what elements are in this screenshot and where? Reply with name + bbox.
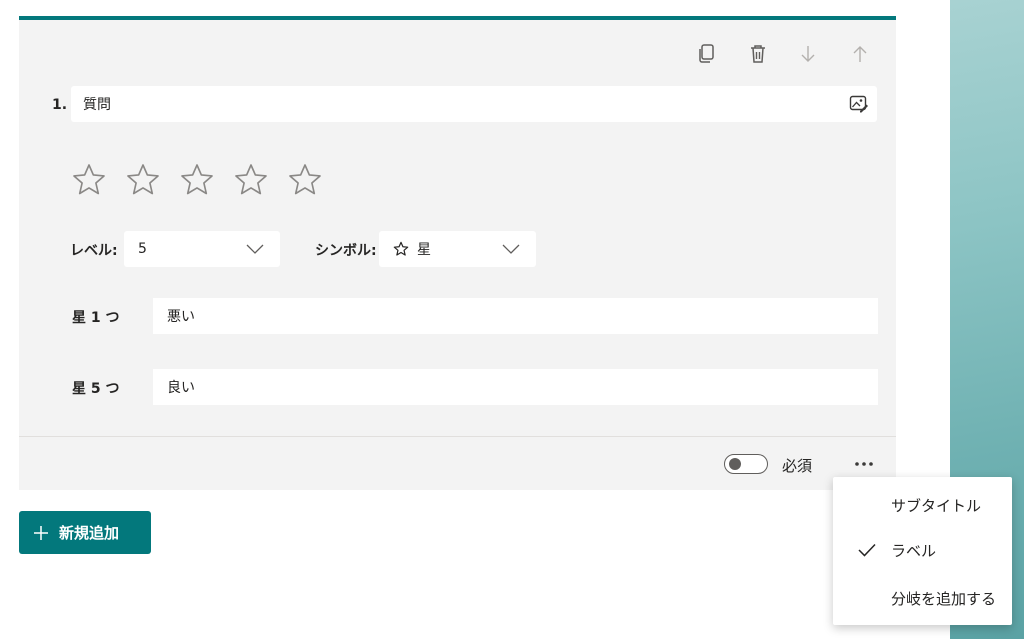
move-up-icon[interactable]	[848, 42, 872, 66]
delete-icon[interactable]	[746, 42, 770, 66]
star-icon[interactable]	[179, 162, 215, 198]
move-down-icon[interactable]	[796, 42, 820, 66]
question-title-input[interactable]: 質問	[71, 86, 877, 122]
toggle-knob	[729, 458, 741, 470]
add-new-button[interactable]: 新規追加	[19, 511, 151, 554]
required-label: 必須	[782, 457, 813, 475]
chevron-down-icon	[246, 244, 264, 254]
menu-item-label: ラベル	[891, 541, 937, 560]
menu-item-label: 分岐を追加する	[891, 589, 997, 608]
copy-icon[interactable]	[695, 42, 719, 66]
question-number: 1.	[52, 97, 68, 113]
menu-item-subtitle[interactable]: サブタイトル	[833, 483, 1012, 527]
low-label-value: 悪い	[167, 309, 195, 325]
menu-item-label: サブタイトル	[891, 496, 982, 515]
question-title-placeholder: 質問	[83, 97, 111, 113]
menu-item-add-branching[interactable]: 分岐を追加する	[833, 576, 1012, 620]
high-label-value: 良い	[167, 380, 195, 396]
star-symbol-icon	[393, 241, 409, 256]
star-icon[interactable]	[233, 162, 269, 198]
symbol-label: シンボル:	[315, 243, 377, 259]
chevron-down-icon	[502, 244, 520, 254]
level-label: レベル:	[70, 243, 118, 259]
insert-image-icon[interactable]	[849, 94, 869, 114]
checkmark-icon	[858, 543, 876, 557]
rating-stars[interactable]	[71, 162, 323, 198]
high-label-input[interactable]: 良い	[153, 369, 878, 405]
more-options-icon[interactable]	[852, 452, 876, 476]
star-icon[interactable]	[287, 162, 323, 198]
add-new-label: 新規追加	[59, 524, 120, 542]
required-toggle[interactable]	[724, 454, 768, 474]
high-label-caption: 星 5 つ	[72, 381, 120, 397]
question-card[interactable]: 1. 質問 レベル: 5 シンボル: 星 星 1 つ 悪い 星 5 つ 良い 必…	[19, 16, 896, 490]
context-menu: サブタイトル ラベル 分岐を追加する	[833, 477, 1012, 625]
low-label-caption: 星 1 つ	[72, 310, 120, 326]
low-label-input[interactable]: 悪い	[153, 298, 878, 334]
symbol-value: 星	[417, 242, 431, 258]
star-icon[interactable]	[125, 162, 161, 198]
star-icon[interactable]	[71, 162, 107, 198]
menu-item-label-toggle[interactable]: ラベル	[833, 528, 1012, 572]
level-dropdown[interactable]: 5	[124, 231, 280, 267]
plus-icon	[34, 525, 48, 540]
level-value: 5	[138, 241, 147, 257]
card-divider	[19, 436, 896, 437]
symbol-dropdown[interactable]: 星	[379, 231, 536, 267]
